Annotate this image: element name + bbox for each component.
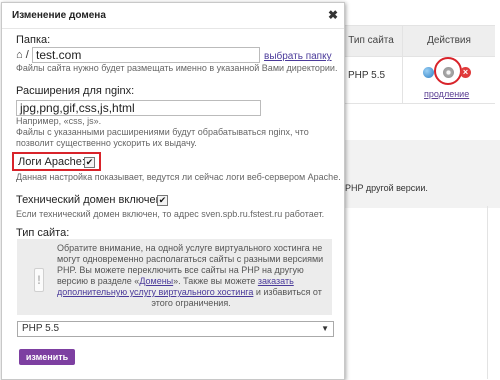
nginx-example: Например, «css, js». <box>16 116 102 126</box>
notice-line-6: этого ограничения. <box>151 298 231 308</box>
notice-line-3: PHP. Вы можете переключить все сайты на … <box>57 265 304 275</box>
folder-label: Папка: <box>16 34 51 46</box>
nginx-hint-2: позволит существенно ускорить их выдачу. <box>16 138 197 148</box>
site-type-label: Тип сайта: <box>16 227 70 239</box>
tech-domain-hint: Если технический домен включен, то адрес… <box>16 209 325 219</box>
folder-input[interactable]: test.com <box>32 47 260 63</box>
globe-icon[interactable] <box>423 67 434 78</box>
column-divider <box>402 26 403 103</box>
home-icon: ⌂ / <box>16 49 29 61</box>
prolong-link[interactable]: продление <box>424 89 469 99</box>
dialog-title: Изменение домена <box>12 10 106 21</box>
php-version-value: PHP 5.5 <box>22 323 60 334</box>
nginx-hint-1: Файлы с указанными расширениями будут об… <box>16 127 309 137</box>
tech-domain-label: Технический домен включен: <box>16 194 165 206</box>
edit-domain-dialog: Изменение домена ✖ Папка: ⌂ / test.com в… <box>1 2 345 380</box>
notice-line-1: Обратите внимание, на одной услуге вирту… <box>57 243 323 253</box>
notice-text: Обратите внимание, на одной услуге вирту… <box>57 243 325 309</box>
close-icon[interactable]: ✖ <box>328 8 338 22</box>
apache-logs-label: Логи Apache: <box>18 156 85 168</box>
choose-folder-link[interactable]: выбрать папку <box>264 51 332 62</box>
apache-logs-checkbox[interactable]: ✔ <box>84 157 95 168</box>
folder-hint: Файлы сайта нужно будет размещать именно… <box>16 63 338 73</box>
domains-table: Тип сайта Действия PHP 5.5 × продление <box>340 25 495 104</box>
info-panel-text: PHP другой версии. <box>345 183 428 193</box>
col-type-header: Тип сайта <box>340 26 402 57</box>
domains-link[interactable]: Домены <box>139 276 173 286</box>
additional-service-link[interactable]: дополнительную услугу виртуального хости… <box>57 287 253 297</box>
php-version-cell: PHP 5.5 <box>348 70 386 81</box>
php-version-select[interactable]: PHP 5.5 ▼ <box>17 321 334 337</box>
notice-line-2: могут одновременно располагаться сайты с… <box>57 254 324 264</box>
tech-domain-checkbox[interactable]: ✔ <box>157 195 168 206</box>
exclamation-icon: ! <box>34 268 44 292</box>
actions-cell: × продление <box>403 57 495 103</box>
gear-icon[interactable] <box>443 67 454 78</box>
delete-icon[interactable]: × <box>460 67 471 78</box>
notice-line-4: версию в разделе «Домены». Также вы може… <box>57 276 294 286</box>
title-divider <box>2 28 344 29</box>
notice-line-5: дополнительную услугу виртуального хости… <box>57 287 322 297</box>
apache-logs-hint: Данная настройка показывает, ведутся ли … <box>16 172 341 182</box>
chevron-down-icon: ▼ <box>321 324 329 333</box>
col-actions-header: Действия <box>403 26 495 57</box>
nginx-label: Расширения для nginx: <box>16 85 135 97</box>
order-link[interactable]: заказать <box>258 276 294 286</box>
right-divider <box>487 206 488 379</box>
php-notice: ! Обратите внимание, на одной услуге вир… <box>17 239 332 315</box>
nginx-extensions-input[interactable]: jpg,png,gif,css,js,html <box>16 100 261 116</box>
info-panel <box>340 140 500 208</box>
row-divider <box>340 103 495 104</box>
submit-button[interactable]: изменить <box>19 349 75 365</box>
